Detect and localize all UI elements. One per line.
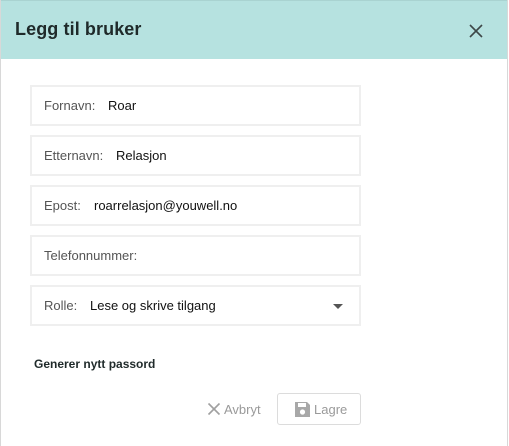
last-name-label: Etternavn: [44,148,104,163]
first-name-field[interactable]: Fornavn: Roar [30,85,361,126]
dialog-title: Legg til bruker [15,19,142,39]
close-icon [469,24,483,38]
floppy-disk-icon [295,402,310,417]
phone-label: Telefonnummer: [44,248,138,263]
last-name-field[interactable]: Etternavn: Relasjon [30,135,361,176]
close-icon [207,402,221,416]
close-button[interactable] [466,21,486,41]
role-label: Rolle: [44,298,78,313]
add-user-dialog: Legg til bruker Fornavn: Roar Etternavn:… [0,0,508,446]
email-field[interactable]: Epost: roarrelasjon@youwell.no [30,185,361,226]
role-select[interactable]: Rolle: Lese og skrive tilgang [30,285,361,326]
chevron-down-icon[interactable] [333,304,343,309]
dialog-header: Legg til bruker [1,0,507,59]
cancel-label: Avbryt [224,402,261,417]
email-value[interactable]: roarrelasjon@youwell.no [94,198,237,213]
first-name-label: Fornavn: [44,98,96,113]
role-value[interactable]: Lese og skrive tilgang [90,298,216,313]
generate-password-link[interactable]: Generer nytt passord [34,357,155,371]
first-name-value[interactable]: Roar [108,98,136,113]
save-label: Lagre [314,402,348,417]
save-button[interactable]: Lagre [277,393,361,425]
email-label: Epost: [44,198,81,213]
phone-field[interactable]: Telefonnummer: [30,235,361,276]
last-name-value[interactable]: Relasjon [116,148,167,163]
